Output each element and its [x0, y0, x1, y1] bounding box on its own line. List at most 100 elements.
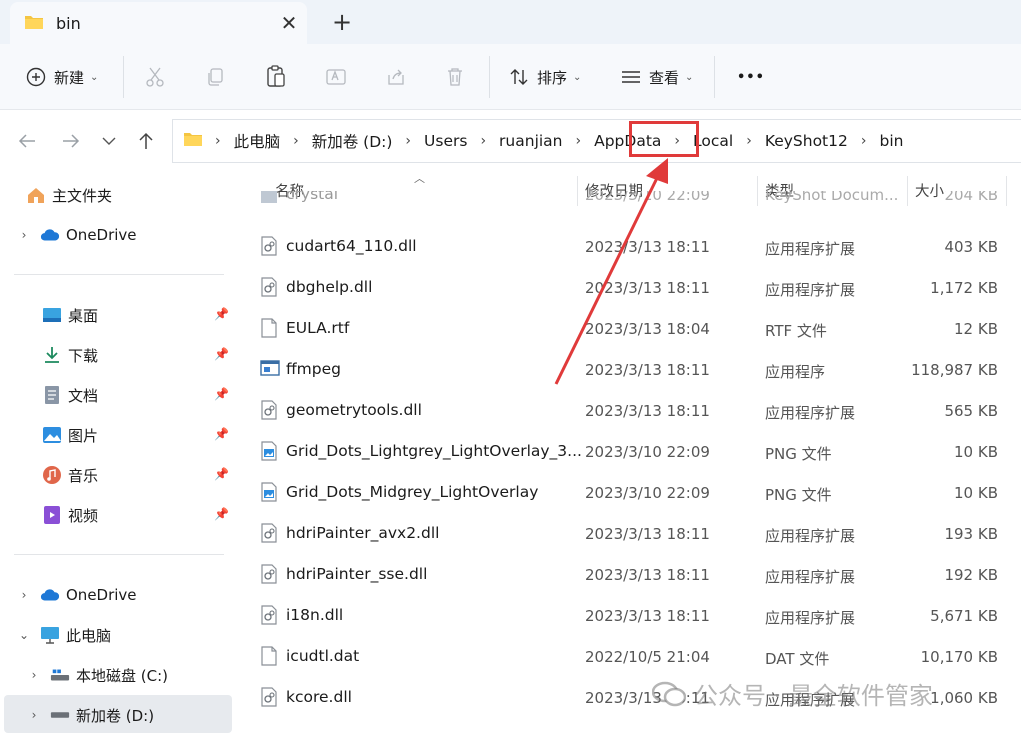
address-bar[interactable]: › 此电脑 › 新加卷 (D:) › Users › ruanjian › Ap…	[172, 119, 1021, 163]
watermark-text: 公众号 · 最全软件管家	[694, 682, 933, 710]
file-size: 193 KB	[944, 525, 998, 543]
file-type: PNG 文件	[765, 486, 832, 504]
file-type: 应用程序扩展	[765, 568, 856, 586]
sidebar-item-videos[interactable]: 视频	[42, 500, 98, 530]
crumb-this-pc[interactable]: 此电脑	[234, 130, 281, 152]
dll-file-icon	[260, 523, 278, 543]
recent-chevron-down-icon[interactable]	[96, 128, 122, 154]
pin-icon[interactable]: 📌	[214, 427, 229, 441]
dll-file-icon	[260, 277, 278, 297]
sidebar-item-label: 下载	[68, 346, 99, 365]
sidebar-item-label: 新加卷 (D:)	[76, 706, 155, 725]
view-button[interactable]: 查看 ⌄	[621, 64, 693, 90]
file-name: Grid_Dots_Midgrey_LightOverlay	[286, 483, 539, 501]
crumb-users[interactable]: Users	[424, 132, 467, 150]
sidebar-item-this-pc[interactable]: ⌄ 此电脑	[16, 620, 111, 650]
table-row[interactable]: dbghelp.dll 2023/3/13 18:11 应用程序扩展 1,172 KB	[240, 267, 1021, 308]
table-row[interactable]: icudtl.dat 2022/10/5 21:04 DAT 文件 10,170 KB	[240, 636, 1021, 677]
toolbar-divider	[489, 56, 490, 98]
view-label: 查看	[649, 68, 680, 87]
share-button[interactable]	[386, 64, 406, 90]
keyshot-file-icon	[260, 191, 278, 204]
up-arrow-icon[interactable]	[133, 128, 159, 154]
command-bar: 新建 ⌄ 排序 ⌄ 查看 ⌄ •••	[0, 44, 1021, 110]
table-row[interactable]: i18n.dll 2023/3/13 18:11 应用程序扩展 5,671 KB	[240, 595, 1021, 636]
sort-icon	[510, 69, 528, 85]
sidebar-item-documents[interactable]: 文档	[42, 380, 98, 410]
sidebar-item-drive-d[interactable]: › 新加卷 (D:)	[26, 700, 154, 730]
file-size: 10,170 KB	[920, 648, 998, 666]
back-arrow-icon[interactable]	[14, 128, 40, 154]
table-row[interactable]: Grid_Dots_Lightgrey_LightOverlay_3... 202…	[240, 431, 1021, 472]
chevron-right-icon: ›	[860, 133, 867, 149]
more-options-button[interactable]: •••	[737, 64, 765, 90]
table-row[interactable]: hdriPainter_avx2.dll 2023/3/13 18:11 应用程序扩…	[240, 513, 1021, 554]
new-tab-button[interactable]: +	[328, 8, 356, 36]
table-row[interactable]: crystal 2023/3/10 22:09 KeyShot Docum...…	[240, 191, 1021, 215]
file-size: 1,060 KB	[930, 689, 998, 707]
sidebar-item-desktop[interactable]: 桌面	[42, 300, 98, 330]
pin-icon[interactable]: 📌	[214, 347, 229, 361]
windows-drive-icon	[50, 665, 70, 685]
file-type: 应用程序扩展	[765, 240, 856, 258]
pin-icon[interactable]: 📌	[214, 467, 229, 481]
sidebar-item-home[interactable]: 主文件夹	[26, 180, 112, 210]
chevron-right-icon: ›	[31, 708, 37, 722]
table-row[interactable]: cudart64_110.dll 2023/3/13 18:11 应用程序扩展 403…	[240, 226, 1021, 267]
sidebar-item-pictures[interactable]: 图片	[42, 420, 98, 450]
crumb-keyshot12[interactable]: KeyShot12	[765, 132, 848, 150]
new-button[interactable]: 新建 ⌄	[26, 64, 98, 90]
file-size: 1,172 KB	[930, 279, 998, 297]
file-icon	[260, 646, 278, 666]
home-icon	[26, 185, 46, 205]
paste-icon	[267, 65, 285, 87]
file-type: DAT 文件	[765, 650, 830, 668]
delete-button[interactable]	[446, 64, 464, 90]
file-name: kcore.dll	[286, 688, 352, 706]
sidebar-item-onedrive-top[interactable]: › OneDrive	[16, 220, 137, 250]
table-row[interactable]: EULA.rtf 2023/3/13 18:04 RTF 文件 12 KB	[240, 308, 1021, 349]
table-row[interactable]: geometrytools.dll 2023/3/13 18:11 应用程序扩展 56…	[240, 390, 1021, 431]
pin-icon[interactable]: 📌	[214, 387, 229, 401]
sidebar-item-label: OneDrive	[66, 586, 137, 604]
crumb-bin[interactable]: bin	[879, 132, 903, 150]
rename-button[interactable]	[325, 64, 347, 90]
paste-button[interactable]	[265, 64, 287, 90]
file-type: RTF 文件	[765, 322, 827, 340]
cut-button[interactable]	[145, 64, 165, 90]
breadcrumb: › 此电脑 › 新加卷 (D:) › Users › ruanjian › Ap…	[183, 120, 903, 162]
chevron-right-icon: ›	[293, 133, 299, 149]
sidebar-item-onedrive[interactable]: › OneDrive	[16, 580, 137, 610]
sidebar-divider	[14, 554, 224, 555]
file-size: 403 KB	[944, 238, 998, 256]
pin-icon[interactable]: 📌	[214, 507, 229, 521]
file-type: 应用程序扩展	[765, 404, 856, 422]
chevron-right-icon: ›	[480, 133, 487, 149]
crumb-ruanjian[interactable]: ruanjian	[499, 132, 562, 150]
tab-bin[interactable]: bin ✕	[10, 2, 307, 44]
toolbar-divider	[123, 56, 124, 98]
table-row[interactable]: Grid_Dots_Midgrey_LightOverlay 2023/3/10 …	[240, 472, 1021, 513]
sidebar-item-label: 视频	[68, 506, 99, 525]
crumb-local[interactable]: Local	[693, 132, 733, 150]
sidebar-item-music[interactable]: 音乐	[42, 460, 98, 490]
sidebar-item-label: 文档	[68, 386, 99, 405]
sidebar-item-downloads[interactable]: 下载	[42, 340, 98, 370]
copy-button[interactable]	[205, 64, 225, 90]
rename-icon	[326, 69, 346, 85]
download-icon	[42, 345, 62, 365]
crumb-drive-d[interactable]: 新加卷 (D:)	[312, 130, 393, 152]
table-row[interactable]: ffmpeg 2023/3/13 18:11 应用程序 118,987 KB	[240, 349, 1021, 390]
sort-button[interactable]: 排序 ⌄	[509, 64, 581, 90]
file-size: 10 KB	[954, 484, 998, 502]
video-icon	[42, 505, 62, 525]
file-date: 2023/3/13 18:11	[585, 279, 710, 297]
pin-icon[interactable]: 📌	[214, 307, 229, 321]
cloud-icon	[40, 225, 60, 245]
close-icon[interactable]: ✕	[278, 12, 300, 34]
chevron-down-icon: ⌄	[18, 628, 30, 642]
sidebar-item-drive-c[interactable]: › 本地磁盘 (C:)	[26, 660, 168, 690]
forward-arrow-icon[interactable]	[58, 128, 84, 154]
tab-title: bin	[56, 14, 81, 33]
table-row[interactable]: hdriPainter_sse.dll 2023/3/13 18:11 应用程序扩展…	[240, 554, 1021, 595]
